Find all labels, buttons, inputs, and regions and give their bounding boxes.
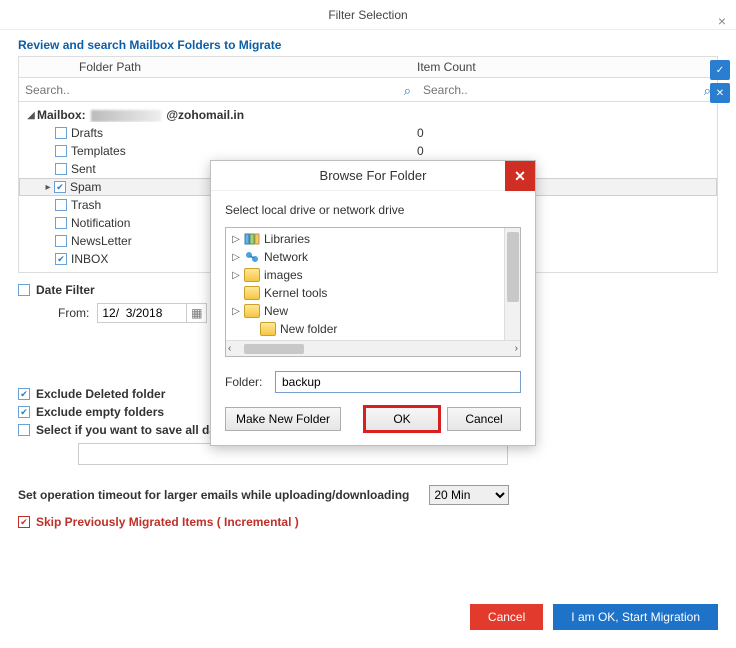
exclude-deleted-label: Exclude Deleted folder (36, 387, 165, 401)
folder-name[interactable]: Templates (71, 144, 417, 158)
drive-tree[interactable]: ▷ Libraries ▷ Network ▷ images Kernel tools… (225, 227, 521, 357)
from-label: From: (58, 306, 89, 320)
folder-checkbox[interactable] (55, 163, 67, 175)
folder-name-input[interactable] (275, 371, 521, 393)
calendar-icon[interactable]: ▦ (187, 303, 207, 323)
tree-item[interactable]: images (264, 268, 303, 282)
cancel-button[interactable]: Cancel (447, 407, 521, 431)
caret-right-icon[interactable]: ▷ (230, 252, 242, 263)
folder-name[interactable]: Drafts (71, 126, 417, 140)
folder-label: Folder: (225, 375, 275, 389)
folder-icon (244, 268, 260, 282)
ok-button[interactable]: OK (365, 407, 439, 431)
horizontal-scrollbar[interactable]: ‹› (226, 340, 520, 356)
folder-icon (244, 304, 260, 318)
date-filter-label: Date Filter (36, 283, 95, 297)
caret-right-icon[interactable]: ▷ (230, 234, 242, 245)
tree-item[interactable]: Network (264, 250, 308, 264)
window-close-icon[interactable]: × (718, 6, 726, 36)
column-folder-path[interactable]: Folder Path (19, 60, 417, 74)
item-count: 0 (417, 144, 717, 158)
item-count: 0 (417, 126, 717, 140)
folder-icon (260, 322, 276, 336)
folder-checkbox[interactable] (55, 217, 67, 229)
section-heading: Review and search Mailbox Folders to Mig… (18, 38, 736, 52)
deselect-all-button[interactable]: ✕ (710, 83, 730, 103)
caret-down-icon[interactable]: ◢ (25, 110, 37, 121)
search-count-input[interactable] (417, 80, 717, 100)
window-title: Filter Selection (328, 8, 407, 22)
folder-checkbox[interactable] (55, 235, 67, 247)
skip-previous-label: Skip Previously Migrated Items ( Increme… (36, 515, 299, 529)
from-date-input[interactable] (97, 303, 187, 323)
tree-item[interactable]: New folder (280, 322, 337, 336)
folder-checkbox[interactable] (55, 127, 67, 139)
exclude-empty-checkbox[interactable] (18, 406, 30, 418)
search-folder-input[interactable] (19, 80, 417, 100)
start-migration-button[interactable]: I am OK, Start Migration (553, 604, 718, 630)
date-filter-checkbox[interactable] (18, 284, 30, 296)
libraries-icon (244, 232, 260, 246)
dialog-close-button[interactable]: ✕ (505, 161, 535, 191)
timeout-select[interactable]: 20 Min (429, 485, 509, 505)
search-icon[interactable]: ⌕ (404, 83, 411, 99)
exclude-deleted-checkbox[interactable] (18, 388, 30, 400)
column-item-count[interactable]: Item Count (417, 60, 717, 74)
dialog-message: Select local drive or network drive (225, 203, 521, 217)
mailbox-root[interactable]: Mailbox: @zohomail.in (37, 108, 417, 122)
caret-right-icon[interactable]: ▸ (42, 182, 54, 193)
folder-checkbox[interactable] (55, 145, 67, 157)
cancel-button[interactable]: Cancel (470, 604, 543, 630)
timeout-label: Set operation timeout for larger emails … (18, 488, 409, 502)
tree-item[interactable]: Libraries (264, 232, 310, 246)
save-all-checkbox[interactable] (18, 424, 30, 436)
exclude-empty-label: Exclude empty folders (36, 405, 164, 419)
network-icon (244, 250, 260, 264)
caret-right-icon[interactable]: ▷ (230, 270, 242, 281)
folder-checkbox[interactable] (54, 181, 66, 193)
folder-icon (244, 286, 260, 300)
folder-checkbox[interactable] (55, 199, 67, 211)
tree-item[interactable]: New (264, 304, 288, 318)
save-path-input[interactable] (78, 443, 508, 465)
skip-previous-checkbox[interactable] (18, 516, 30, 528)
folder-checkbox[interactable] (55, 253, 67, 265)
tree-item[interactable]: Kernel tools (264, 286, 327, 300)
select-all-button[interactable]: ✓ (710, 60, 730, 80)
save-all-label: Select if you want to save all data (36, 423, 227, 437)
browse-folder-dialog: Browse For Folder ✕ Select local drive o… (210, 160, 536, 446)
dialog-title: Browse For Folder (320, 168, 427, 183)
caret-right-icon[interactable]: ▷ (230, 306, 242, 317)
make-new-folder-button[interactable]: Make New Folder (225, 407, 341, 431)
redacted-user (91, 110, 161, 122)
vertical-scrollbar[interactable] (504, 228, 520, 340)
